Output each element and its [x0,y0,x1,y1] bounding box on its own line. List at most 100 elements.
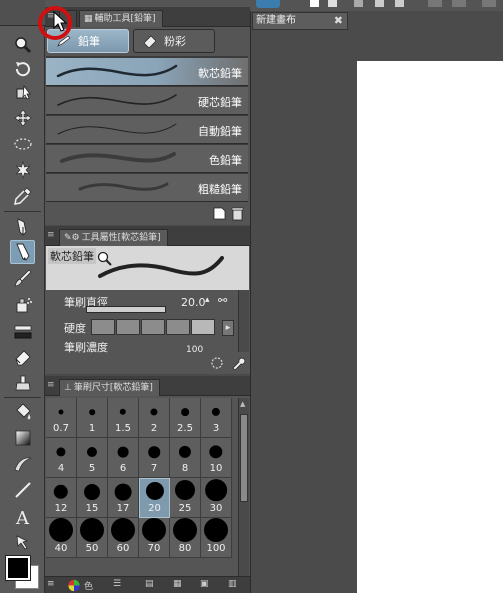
close-icon[interactable]: ✖ [334,13,343,29]
color-tab-label[interactable]: 色 [84,579,93,592]
app-window: A ≡ ▦ 輔助工具[鉛筆] 鉛筆 粉彩 軟芯鉛筆 硬芯鉛筆 自動鉛筆 色鉛筆 … [0,0,503,593]
preview-zoom-icon[interactable] [96,250,112,266]
brush-size-cell[interactable]: 30 [201,478,232,518]
clear-icon[interactable] [482,0,496,7]
subtool-item-colored-pencil[interactable]: 色鉛筆 [46,145,248,173]
subtool-item-soft-pencil[interactable]: 軟芯鉛筆 [46,58,248,86]
new-file-icon[interactable] [310,0,319,7]
brush-size-cell[interactable]: 12 [46,478,77,518]
document-tab[interactable]: 新建畫布 ✖ [252,12,348,30]
hardness-next-icon[interactable]: ▸ [222,320,234,336]
brush-size-value: 40 [54,543,68,554]
gradient-tool-icon[interactable] [10,426,35,450]
group-button-pastel[interactable]: 粉彩 [133,29,215,53]
group-label-pastel: 粉彩 [164,35,186,48]
subtool-tab[interactable]: ▦ 輔助工具[鉛筆] [79,10,163,27]
brush-size-cell[interactable]: 0.7 [46,398,77,438]
subtool-item-hard-pencil[interactable]: 硬芯鉛筆 [46,87,248,115]
new-subtool-icon[interactable] [212,206,227,221]
open-file-icon[interactable] [328,0,337,7]
color-slider-icon[interactable]: ☰ [113,579,121,592]
brush-size-value: 2 [150,423,158,434]
drawing-canvas[interactable] [357,61,503,593]
main-color-swatch[interactable] [5,555,31,581]
select-cursor-icon[interactable] [375,0,384,7]
object-tool-icon[interactable] [10,81,35,105]
main-sub-color-swatch[interactable] [3,553,39,589]
brush-size-cell[interactable]: 1.5 [108,398,139,438]
density-value[interactable]: 100 [186,345,203,355]
subtool-item-rough-pencil[interactable]: 粗糙鉛筆 [46,174,248,202]
selection-tool-icon[interactable] [10,132,35,156]
tool-property-scrollbar[interactable] [238,290,249,352]
line-tool-icon[interactable] [10,478,35,502]
brush-size-cell[interactable]: 40 [46,518,77,558]
redo-icon[interactable] [452,0,466,7]
brush-size-cell[interactable]: 3 [201,398,232,438]
magic-wand-icon[interactable] [10,158,35,182]
brush-size-cell[interactable]: 50 [77,518,108,558]
operation-tool-icon[interactable] [10,530,35,554]
panel-menu-icon[interactable]: ≡ [47,230,57,242]
history-icon[interactable]: ▣ [200,579,209,592]
panel-menu-icon[interactable]: ≡ [47,380,57,392]
deselect-cursor-icon[interactable] [395,0,404,7]
zoom-tool-icon[interactable] [10,33,35,57]
text-tool-icon[interactable]: A [10,505,35,529]
brush-size-cell[interactable]: 7 [139,438,170,478]
brush-size-value[interactable]: 20.0 [181,296,206,309]
undo-icon[interactable] [428,0,442,7]
panel-menu-icon[interactable]: ≡ [47,579,55,592]
brush-size-cell[interactable]: 6 [108,438,139,478]
reset-icon[interactable] [210,356,224,370]
size-stepper-icon[interactable]: ▴ [205,295,210,305]
brush-size-cell[interactable]: 5 [77,438,108,478]
pen-tool-icon[interactable] [10,215,35,239]
brush-size-slider[interactable] [86,306,166,313]
brush-size-cell[interactable]: 4 [46,438,77,478]
brush-size-cell[interactable]: 8 [170,438,201,478]
eraser-tool-icon[interactable] [10,345,35,369]
figure-tool-icon[interactable] [10,452,35,476]
brush-tool-icon[interactable] [10,266,35,290]
fill-tool-icon[interactable] [10,400,35,424]
brush-size-cell[interactable]: 2 [139,398,170,438]
blend-tool-icon[interactable] [10,371,35,395]
brush-size-cell[interactable]: 60 [108,518,139,558]
brush-size-cell[interactable]: 25 [170,478,201,518]
subtool-item-mechanical-pencil[interactable]: 自動鉛筆 [46,116,248,144]
brush-size-cell[interactable]: 17 [108,478,139,518]
settings-wrench-icon[interactable] [230,355,246,371]
brush-size-cell[interactable]: 80 [170,518,201,558]
brush-size-cell[interactable]: 2.5 [170,398,201,438]
brush-size-scrollbar[interactable]: ▲ [238,398,249,576]
approx-color-icon[interactable]: ▦ [173,579,182,592]
rotate-tool-icon[interactable] [10,57,35,81]
brush-size-tab[interactable]: ⊥ 筆刷尺寸[軟芯鉛筆] [59,379,160,396]
decoration-tool-icon[interactable] [10,320,35,344]
color-set-icon[interactable]: ▤ [145,579,154,592]
subtool-palette: ≡ ▦ 輔助工具[鉛筆] 鉛筆 粉彩 軟芯鉛筆 硬芯鉛筆 自動鉛筆 色鉛筆 粗糙… [45,0,250,225]
brush-size-dot [84,484,100,500]
intermediate-color-icon[interactable]: ▥ [228,579,237,592]
color-wheel-icon[interactable] [67,579,81,592]
tool-bar: A [0,0,45,593]
brush-size-cell[interactable]: 10 [201,438,232,478]
brush-size-value: 10 [209,463,223,474]
brush-size-cell[interactable]: 1 [77,398,108,438]
brush-size-cell[interactable]: 100 [201,518,232,558]
brush-preview: 軟芯鉛筆 [46,246,249,290]
brush-size-cell[interactable]: 20 [139,478,170,518]
tool-property-tab[interactable]: ✎⚙ 工具屬性[軟芯鉛筆] [59,229,168,246]
hardness-selector[interactable] [91,319,215,335]
brush-size-cell[interactable]: 15 [77,478,108,518]
pencil-tool-icon[interactable] [10,240,35,264]
brush-size-dot [119,408,127,416]
airbrush-tool-icon[interactable] [10,293,35,317]
brush-size-cell[interactable]: 70 [139,518,170,558]
pressure-icon[interactable]: ⚯ [218,294,227,307]
eyedropper-icon[interactable] [10,184,35,208]
delete-subtool-icon[interactable] [230,206,245,221]
move-tool-icon[interactable] [10,106,35,130]
save-icon[interactable] [354,0,363,7]
